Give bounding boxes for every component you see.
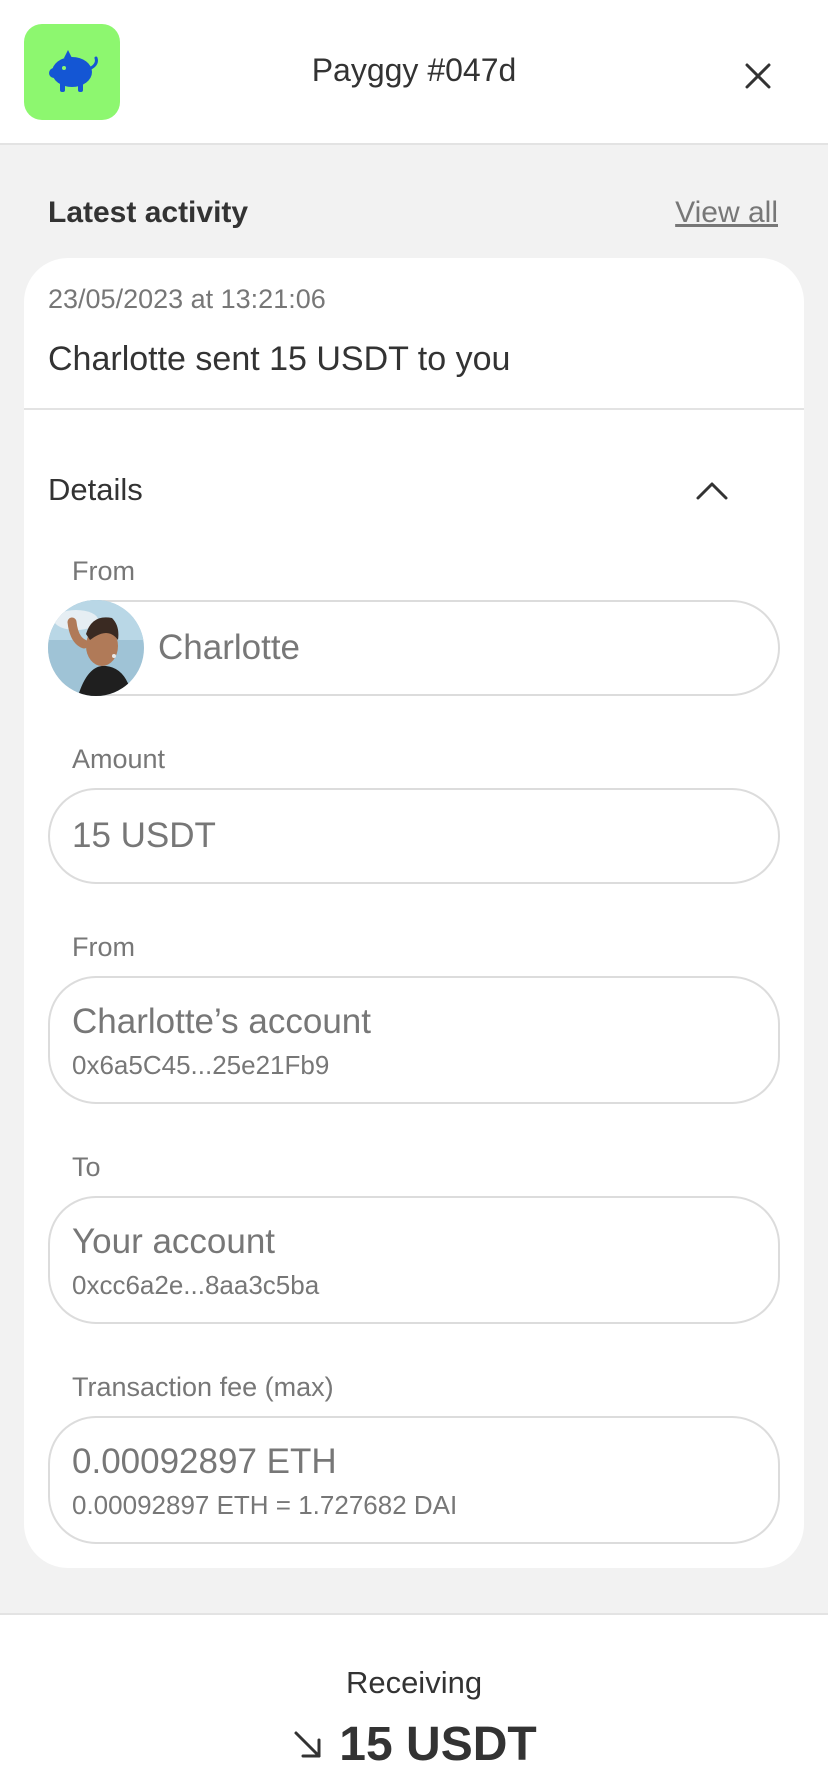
section-title: Latest activity [48,196,249,229]
amount-label: Amount [72,744,166,774]
to-account-field: Your account 0xcc6a2e...8aa3c5ba [48,1196,780,1324]
view-all-link[interactable]: View all [675,196,778,230]
from-account-value: Charlotte’s account [72,1002,371,1041]
receiving-amount: 15 USDT [0,1717,828,1772]
from-user-value: Charlotte [158,628,301,667]
fee-conversion: 0.00092897 ETH = 1.727682 DAI [72,1490,458,1520]
page-title: Payggy #047d [311,52,517,88]
chevron-up-icon [696,482,728,500]
from-account-address: 0x6a5C45...25e21Fb9 [72,1050,330,1080]
amount-field: 15 USDT [48,788,780,884]
receiving-footer: Receiving 15 USDT [0,1613,828,1792]
from-account-label: From [72,932,135,962]
activity-summary: Charlotte sent 15 USDT to you [48,340,511,378]
fee-field: 0.00092897 ETH 0.00092897 ETH = 1.727682… [48,1416,780,1544]
fee-label: Transaction fee (max) [72,1372,334,1402]
receiving-label: Receiving [345,1665,483,1700]
close-button[interactable] [734,52,782,100]
activity-timestamp: 23/05/2023 at 13:21:06 [48,284,326,314]
from-user-field: Charlotte [48,600,780,696]
arrow-down-right-icon [294,1731,321,1757]
activity-card: 23/05/2023 at 13:21:06 Charlotte sent 15… [24,258,804,1568]
to-account-value: Your account [72,1222,276,1261]
details-toggle[interactable]: Details [48,466,780,516]
avatar [48,600,144,696]
to-account-address: 0xcc6a2e...8aa3c5ba [72,1270,320,1300]
divider [24,408,804,410]
to-account-label: To [72,1152,101,1182]
receiving-value: 15 USDT [339,1718,537,1771]
details-label: Details [48,472,143,507]
from-user-label: From [72,556,135,586]
amount-value: 15 USDT [72,816,216,855]
from-account-field: Charlotte’s account 0x6a5C45...25e21Fb9 [48,976,780,1104]
header: Payggy #047d [0,0,828,145]
fee-value: 0.00092897 ETH [72,1442,337,1481]
close-icon [745,63,771,89]
